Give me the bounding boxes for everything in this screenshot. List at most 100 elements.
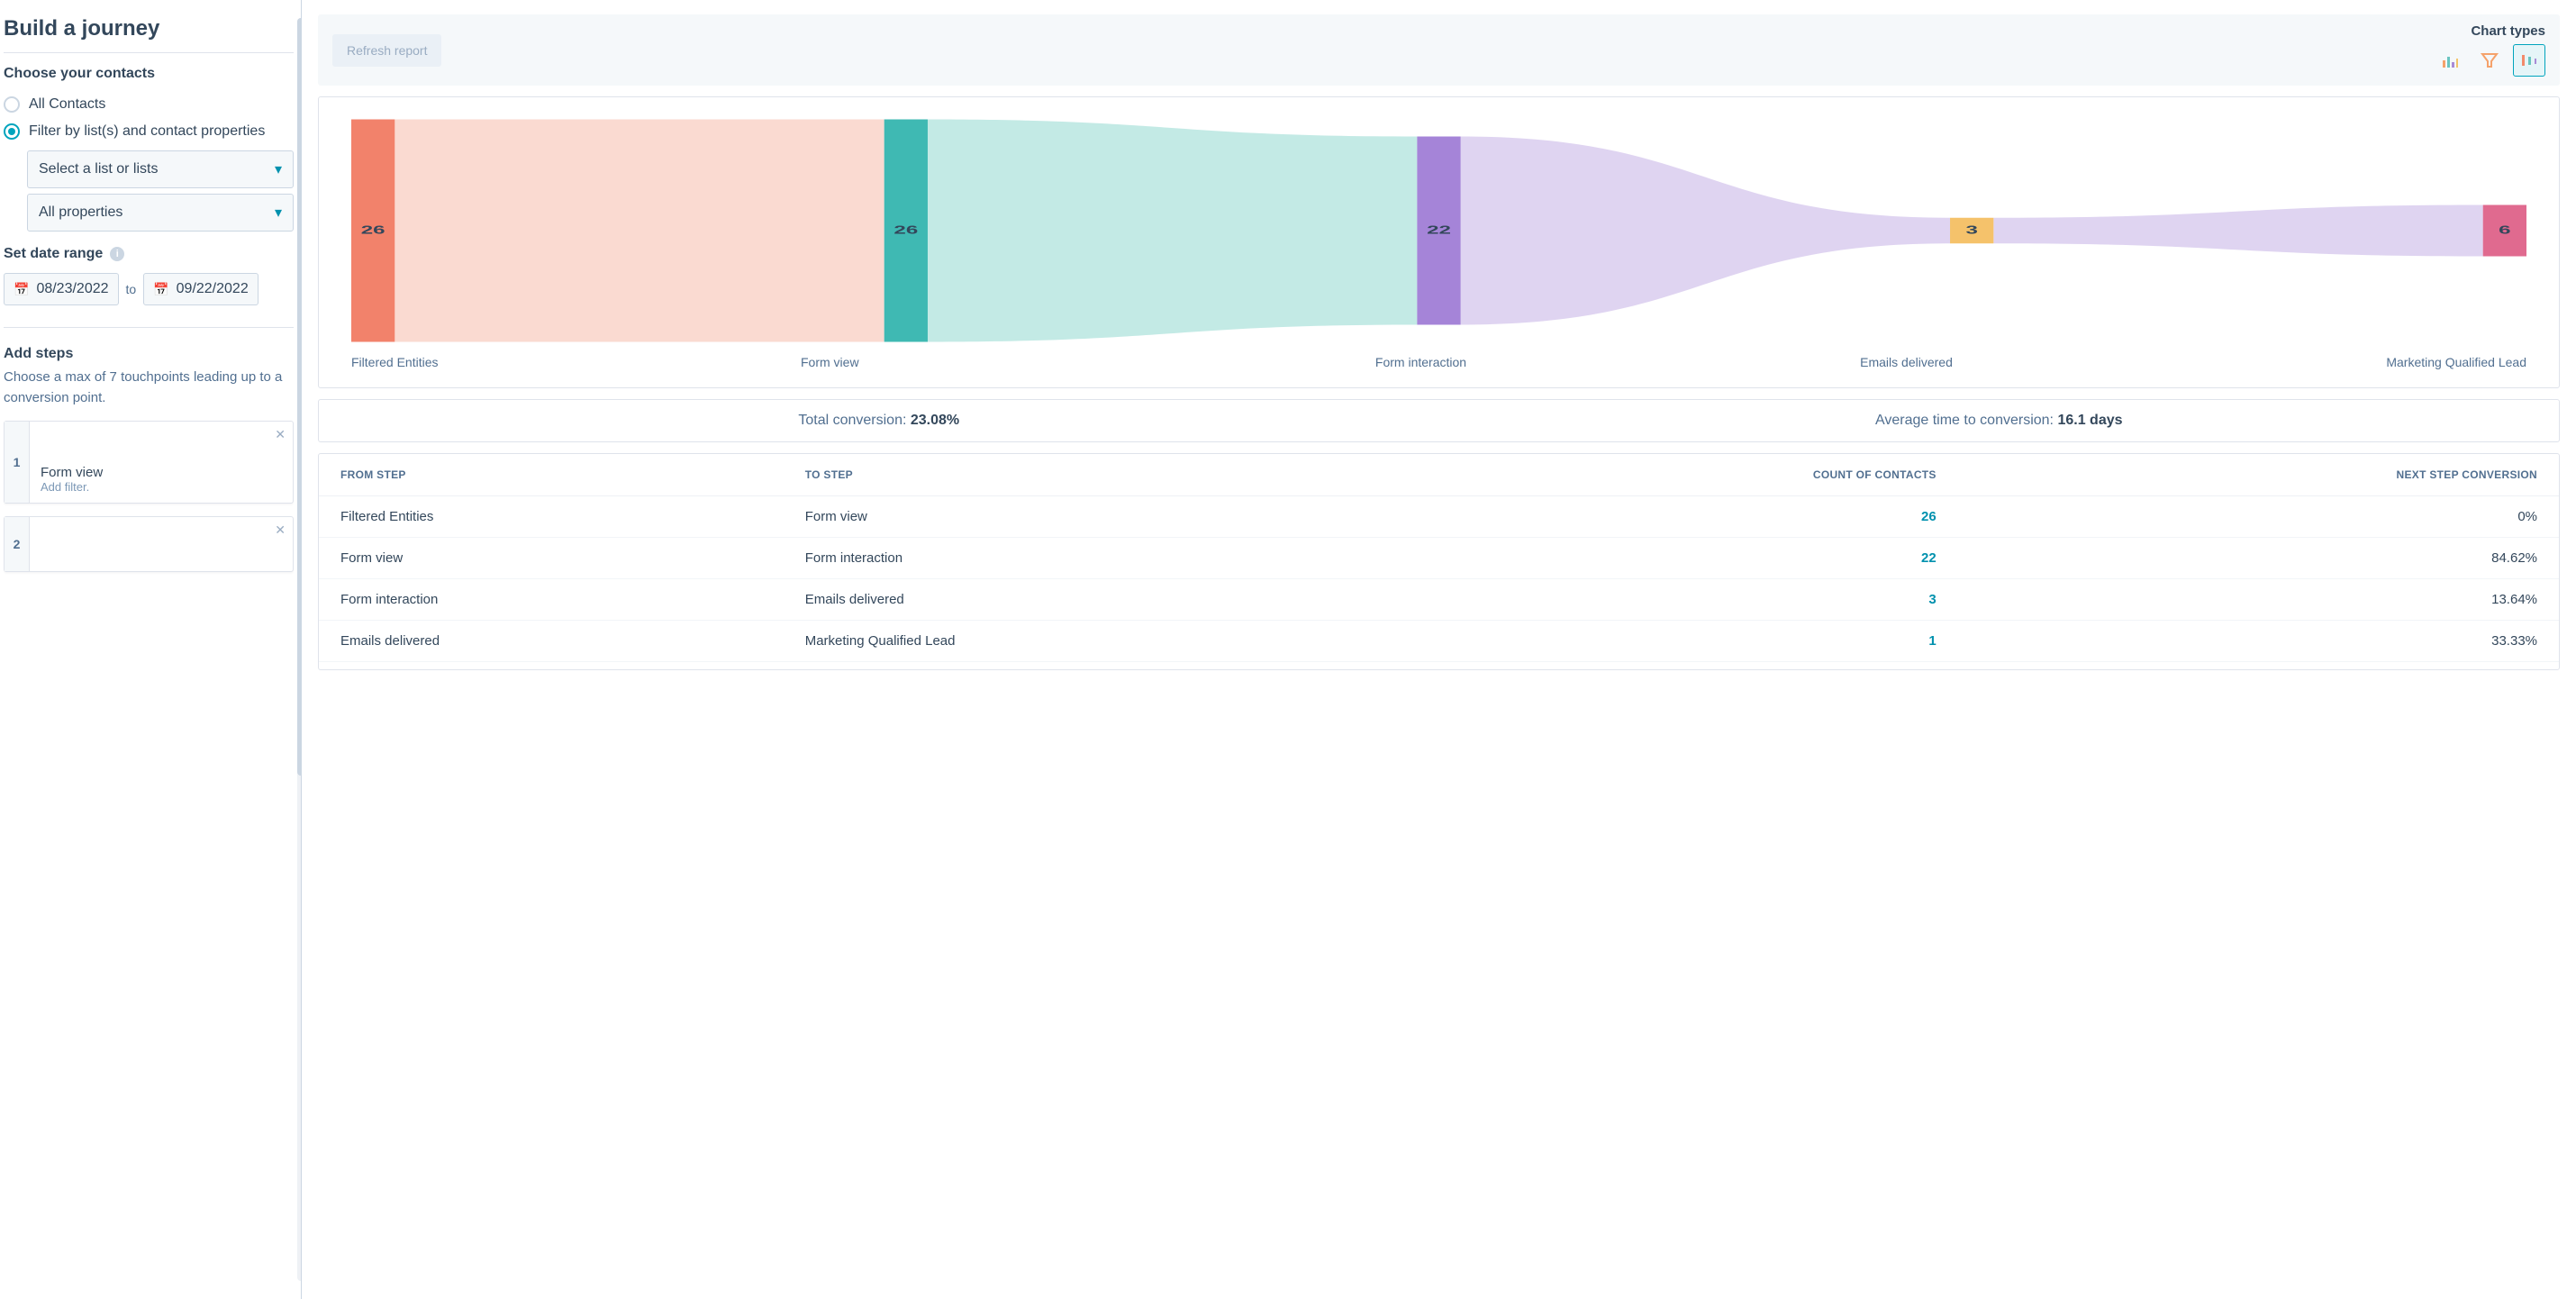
cell-to: Form interaction	[784, 538, 1415, 579]
cell-count: 1	[1414, 621, 1957, 662]
chevron-down-icon: ▾	[275, 204, 282, 222]
stage-label: Emails delivered	[1628, 355, 2113, 369]
funnel-icon	[2481, 51, 2499, 69]
step-name: Form view	[41, 465, 282, 480]
stage-labels: Filtered EntitiesForm viewForm interacti…	[351, 355, 2526, 369]
step-body: Form view Add filter.	[30, 422, 293, 503]
sankey-node-value: 26	[893, 224, 918, 237]
th-count: COUNT OF CONTACTS	[1414, 454, 1957, 496]
cell-conv: 84.62%	[1958, 538, 2559, 579]
date-range-heading: Set date range	[4, 246, 103, 262]
main: Refresh report Chart types 26	[302, 0, 2576, 1299]
cell-to: Form view	[784, 496, 1415, 538]
radio-icon-selected	[4, 123, 20, 140]
radio-filter-contacts-label: Filter by list(s) and contact properties	[29, 123, 265, 140]
cell-conv: 13.64%	[1958, 579, 2559, 621]
sankey-node-value: 6	[2499, 224, 2510, 237]
sankey-flow	[395, 120, 884, 342]
refresh-report-button[interactable]: Refresh report	[332, 34, 441, 67]
list-select[interactable]: Select a list or lists ▾	[27, 150, 294, 188]
chart-type-sankey-button[interactable]	[2513, 44, 2545, 77]
table-card: FROM STEP TO STEP COUNT OF CONTACTS NEXT…	[318, 453, 2560, 670]
radio-all-contacts-label: All Contacts	[29, 96, 105, 113]
stage-label: Form view	[765, 355, 1214, 369]
bar-chart-icon	[2441, 51, 2459, 69]
stat-avg-time-value: 16.1 days	[2057, 413, 2122, 428]
cell-from: Emails delivered	[319, 621, 784, 662]
table-row: Emails deliveredMarketing Qualified Lead…	[319, 621, 2559, 662]
th-conv: NEXT STEP CONVERSION	[1958, 454, 2559, 496]
cell-conv: 0%	[1958, 496, 2559, 538]
table-row: Filtered EntitiesForm view 26 0%	[319, 496, 2559, 538]
count-link[interactable]: 22	[1921, 550, 1937, 566]
step-card-2[interactable]: 2 ✕	[4, 516, 294, 572]
sankey-icon	[2520, 51, 2538, 69]
cell-from: Filtered Entities	[319, 496, 784, 538]
list-select-placeholder: Select a list or lists	[39, 161, 158, 177]
th-to: TO STEP	[784, 454, 1415, 496]
date-range-heading-row: Set date range i	[4, 246, 294, 262]
chart-types-label: Chart types	[2471, 23, 2545, 39]
chart-type-funnel-button[interactable]	[2473, 44, 2506, 77]
chart-card: 26262236 Filtered EntitiesForm viewForm …	[318, 96, 2560, 388]
date-to-label: to	[126, 282, 137, 296]
stage-label: Form interaction	[1214, 355, 1628, 369]
info-icon[interactable]: i	[110, 247, 124, 261]
scrollbar-thumb[interactable]	[297, 18, 302, 776]
stat-total-conversion-value: 23.08%	[911, 413, 959, 428]
chart-type-bar-button[interactable]	[2434, 44, 2466, 77]
stage-label: Marketing Qualified Lead	[2113, 355, 2526, 369]
table-row: Form viewForm interaction2284.62%	[319, 538, 2559, 579]
conversion-table: FROM STEP TO STEP COUNT OF CONTACTS NEXT…	[319, 454, 2559, 662]
add-steps-hint: Choose a max of 7 touchpoints leading up…	[4, 368, 294, 408]
stat-total-conversion-label: Total conversion:	[798, 413, 911, 428]
close-icon[interactable]: ✕	[275, 427, 286, 442]
count-link[interactable]: 1	[1928, 633, 1936, 649]
add-steps-heading: Add steps	[4, 346, 294, 362]
sidebar: Build a journey Choose your contacts All…	[0, 0, 302, 1299]
cell-count: 3	[1414, 579, 1957, 621]
step-card-1[interactable]: 1 Form view Add filter. ✕	[4, 421, 294, 504]
step-sub: Add filter.	[41, 480, 282, 494]
close-icon[interactable]: ✕	[275, 522, 286, 538]
count-link[interactable]: 3	[1928, 592, 1936, 607]
cell-count: 26	[1414, 496, 1957, 538]
calendar-icon: 📅	[153, 282, 168, 297]
radio-all-contacts[interactable]: All Contacts	[4, 91, 294, 118]
chart-types	[2434, 44, 2545, 77]
cell-conv: 33.33%	[1958, 621, 2559, 662]
th-from: FROM STEP	[319, 454, 784, 496]
date-from-input[interactable]: 📅 08/23/2022	[4, 273, 119, 305]
date-to-value: 09/22/2022	[177, 281, 249, 297]
stat-avg-time-label: Average time to conversion:	[1875, 413, 2057, 428]
stat-total-conversion: Total conversion: 23.08%	[319, 400, 1439, 441]
date-to-input[interactable]: 📅 09/22/2022	[143, 273, 259, 305]
step-handle[interactable]: 1	[5, 422, 30, 503]
date-range-row: 📅 08/23/2022 to 📅 09/22/2022	[4, 273, 294, 328]
chevron-down-icon: ▾	[275, 160, 282, 178]
toolbar: Refresh report Chart types	[318, 14, 2560, 86]
sankey-node-value: 26	[361, 224, 385, 237]
step-handle[interactable]: 2	[5, 517, 30, 571]
properties-select[interactable]: All properties ▾	[27, 194, 294, 232]
chart-types-wrap: Chart types	[2434, 23, 2545, 77]
stat-avg-time: Average time to conversion: 16.1 days	[1439, 400, 2560, 441]
cell-to: Marketing Qualified Lead	[784, 621, 1415, 662]
radio-filter-contacts[interactable]: Filter by list(s) and contact properties	[4, 118, 294, 145]
calendar-icon: 📅	[14, 282, 29, 297]
date-from-value: 08/23/2022	[36, 281, 108, 297]
contacts-heading: Choose your contacts	[4, 66, 294, 82]
cell-to: Emails delivered	[784, 579, 1415, 621]
sankey-flow	[1461, 137, 1950, 325]
cell-count: 22	[1414, 538, 1957, 579]
radio-icon	[4, 96, 20, 113]
contacts-radio-group: All Contacts Filter by list(s) and conta…	[4, 91, 294, 232]
properties-select-placeholder: All properties	[39, 204, 122, 221]
scrollbar[interactable]	[297, 18, 302, 1281]
count-link[interactable]: 26	[1921, 509, 1937, 524]
stats-bar: Total conversion: 23.08% Average time to…	[318, 399, 2560, 442]
step-body	[30, 517, 293, 571]
sidebar-title: Build a journey	[4, 11, 294, 53]
table-header-row: FROM STEP TO STEP COUNT OF CONTACTS NEXT…	[319, 454, 2559, 496]
sankey-node-value: 3	[1965, 224, 1977, 237]
